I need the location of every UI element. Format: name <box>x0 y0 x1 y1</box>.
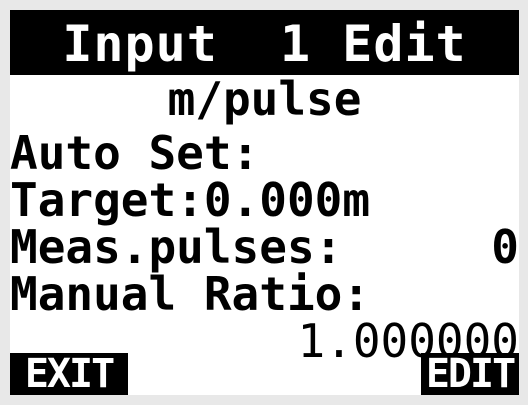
meas-pulses-value: 0 <box>491 220 519 274</box>
edit-softkey[interactable]: EDIT <box>421 353 519 395</box>
device-frame: Input 1 Edit m/pulse Auto Set: Target:0.… <box>0 0 528 405</box>
exit-softkey[interactable]: EXIT <box>10 353 128 395</box>
meas-pulses-label: Meas.pulses: <box>10 220 343 274</box>
manual-ratio-label[interactable]: Manual Ratio: <box>10 269 370 319</box>
unit-subtitle: m/pulse <box>167 72 362 126</box>
screen-title: Input 1 Edit <box>62 15 467 73</box>
auto-set-item[interactable]: Auto Set: <box>10 128 259 178</box>
lcd-screen: Input 1 Edit m/pulse Auto Set: Target:0.… <box>10 10 519 395</box>
title-bar: Input 1 Edit <box>10 10 519 75</box>
target-item[interactable]: Target:0.000m <box>10 175 370 225</box>
